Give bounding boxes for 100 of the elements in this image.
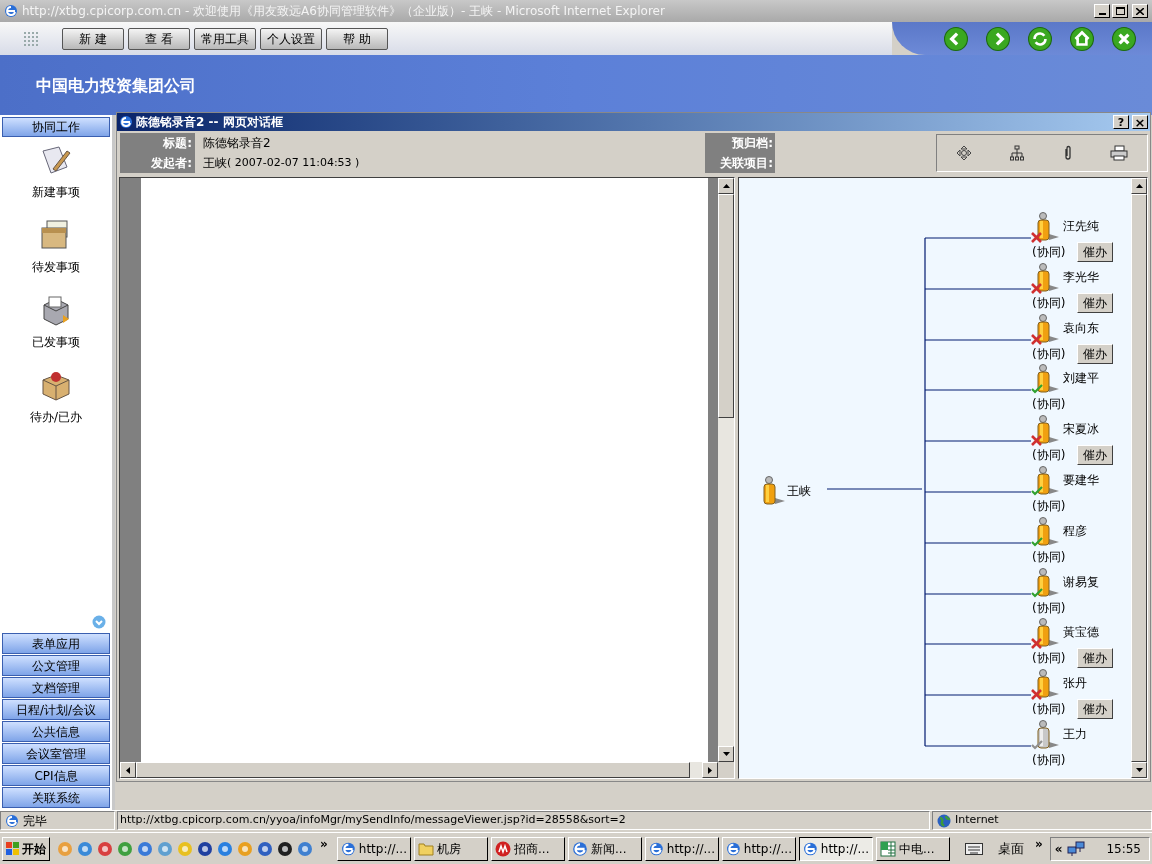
scroll-left-icon[interactable] [126,766,130,774]
scroll-up-icon[interactable] [722,184,730,188]
taskbar-button[interactable]: 招商... [491,836,565,861]
menu-item[interactable]: 关联系统 [2,787,110,808]
browser-icon [726,840,741,857]
scroll-up-icon[interactable] [1135,184,1143,188]
menu-item[interactable]: 公文管理 [2,655,110,676]
role-label: (协同) [1032,498,1066,515]
field-value: 陈德铭录音2 [203,135,271,152]
toolbar-button[interactable]: 帮 助 [326,27,388,50]
back-icon[interactable] [944,26,968,51]
windows-logo-icon [6,841,20,856]
move-icon[interactable] [955,145,972,161]
role-label: (协同) [1032,295,1066,312]
taskbar-button[interactable]: http://... [722,836,796,861]
toolbar-button[interactable]: 新 建 [62,27,124,50]
paperclip-icon[interactable] [1062,145,1073,161]
taskbar-button[interactable]: http://... [337,836,411,861]
menu-item[interactable]: CPI信息 [2,765,110,786]
urge-button[interactable]: 催办 [1077,699,1113,719]
app-icon [495,840,511,857]
horizontal-scrollbar[interactable] [120,762,718,778]
section-header[interactable]: 协同工作 [2,117,110,137]
minimize-icon [1098,13,1106,15]
app-icon[interactable] [277,840,293,857]
minimize-button[interactable] [1094,4,1110,18]
person-icon [761,476,785,506]
person-name: 程彦 [1063,523,1087,540]
person-name: 宋夏冰 [1063,421,1099,438]
taskbar-button[interactable]: http://... [799,836,873,861]
person-name: 袁向东 [1063,320,1099,337]
org-chart-icon[interactable] [1009,145,1026,161]
more-button[interactable]: » [1035,835,1043,853]
home-icon[interactable] [1070,26,1094,51]
person-name: 黃宝德 [1063,624,1099,641]
scroll-down-icon[interactable] [1135,768,1143,772]
urge-button[interactable]: 催办 [1077,242,1113,262]
role-label: (协同) [1032,447,1066,464]
menu-item[interactable]: 会议室管理 [2,743,110,764]
clock: 15:55 [1106,840,1142,858]
start-button[interactable]: 开始 [2,836,50,861]
role-label: (协同) [1032,244,1066,261]
field-value: 王峡 [203,155,227,172]
printer-icon[interactable] [1110,145,1129,161]
close-button[interactable] [1132,4,1148,18]
keyboard-icon[interactable] [965,842,983,855]
pen-scroll-icon[interactable] [39,143,73,177]
urge-button[interactable]: 催办 [1077,344,1113,364]
role-label: (协同) [1032,549,1066,566]
more-button[interactable]: » [320,835,334,853]
browser-icon [572,840,588,857]
dialog-title: 陈德铭录音2 -- 网页对话框 [136,114,284,131]
field-label: 发起者: [120,153,195,173]
sidebar-item[interactable]: 待办/已办 [29,408,82,426]
tray-toggle[interactable]: « [1054,839,1063,858]
scroll-down-icon[interactable] [722,752,730,756]
person-name: 汪先纯 [1063,218,1099,235]
vertical-scrollbar[interactable] [718,178,734,762]
urge-button[interactable]: 催办 [1077,293,1113,313]
vertical-scrollbar[interactable] [1131,178,1147,778]
menu-item[interactable]: 日程/计划/会议 [2,699,110,720]
security-zone: Internet [955,812,999,829]
desktop-toolbar-label[interactable]: 桌面 [998,838,1024,859]
spreadsheet-icon [880,840,896,857]
person-name: 要建华 [1063,472,1099,489]
toolbar-button[interactable]: 常用工具 [194,27,256,50]
urge-button[interactable]: 催办 [1077,445,1113,465]
toolbar-button[interactable]: 个人设置 [260,27,322,50]
company-name: 中国电力投资集团公司 [36,75,196,97]
globe-icon [937,813,951,828]
help-button[interactable]: ? [1113,115,1129,129]
person-name: 谢易复 [1063,574,1099,591]
refresh-icon[interactable] [1028,26,1052,51]
sidebar-item[interactable]: 新建事项 [32,183,80,201]
network-icon[interactable] [1066,840,1085,857]
status-text: 完毕 [23,812,47,830]
person-name: 王力 [1063,726,1087,743]
scroll-right-icon[interactable] [708,766,712,774]
browser-icon [803,840,818,857]
urge-button[interactable]: 催办 [1077,648,1113,668]
role-label: (协同) [1032,752,1066,769]
close-icon[interactable] [1112,26,1136,51]
sidebar-item[interactable]: 已发事项 [32,333,80,351]
forward-icon[interactable] [986,26,1010,51]
taskbar-button[interactable]: 机房 [414,836,488,861]
menu-item[interactable]: 表单应用 [2,633,110,654]
menu-item[interactable]: 公共信息 [2,721,110,742]
menu-item[interactable]: 文档管理 [2,677,110,698]
role-label: (协同) [1032,396,1066,413]
sidebar-item[interactable]: 待发事项 [32,258,80,276]
close-button[interactable]: × [1132,115,1148,129]
toolbar-button[interactable]: 查 看 [128,27,190,50]
app-icon[interactable] [197,840,213,857]
taskbar-button[interactable]: 新闻... [568,836,642,861]
maximize-button[interactable] [1112,4,1128,18]
role-label: (协同) [1032,600,1066,617]
browser-icon [5,813,19,828]
field-label: 标题: [120,133,195,153]
taskbar-button[interactable]: http://... [645,836,719,861]
taskbar-button[interactable]: 中电... [876,836,950,861]
